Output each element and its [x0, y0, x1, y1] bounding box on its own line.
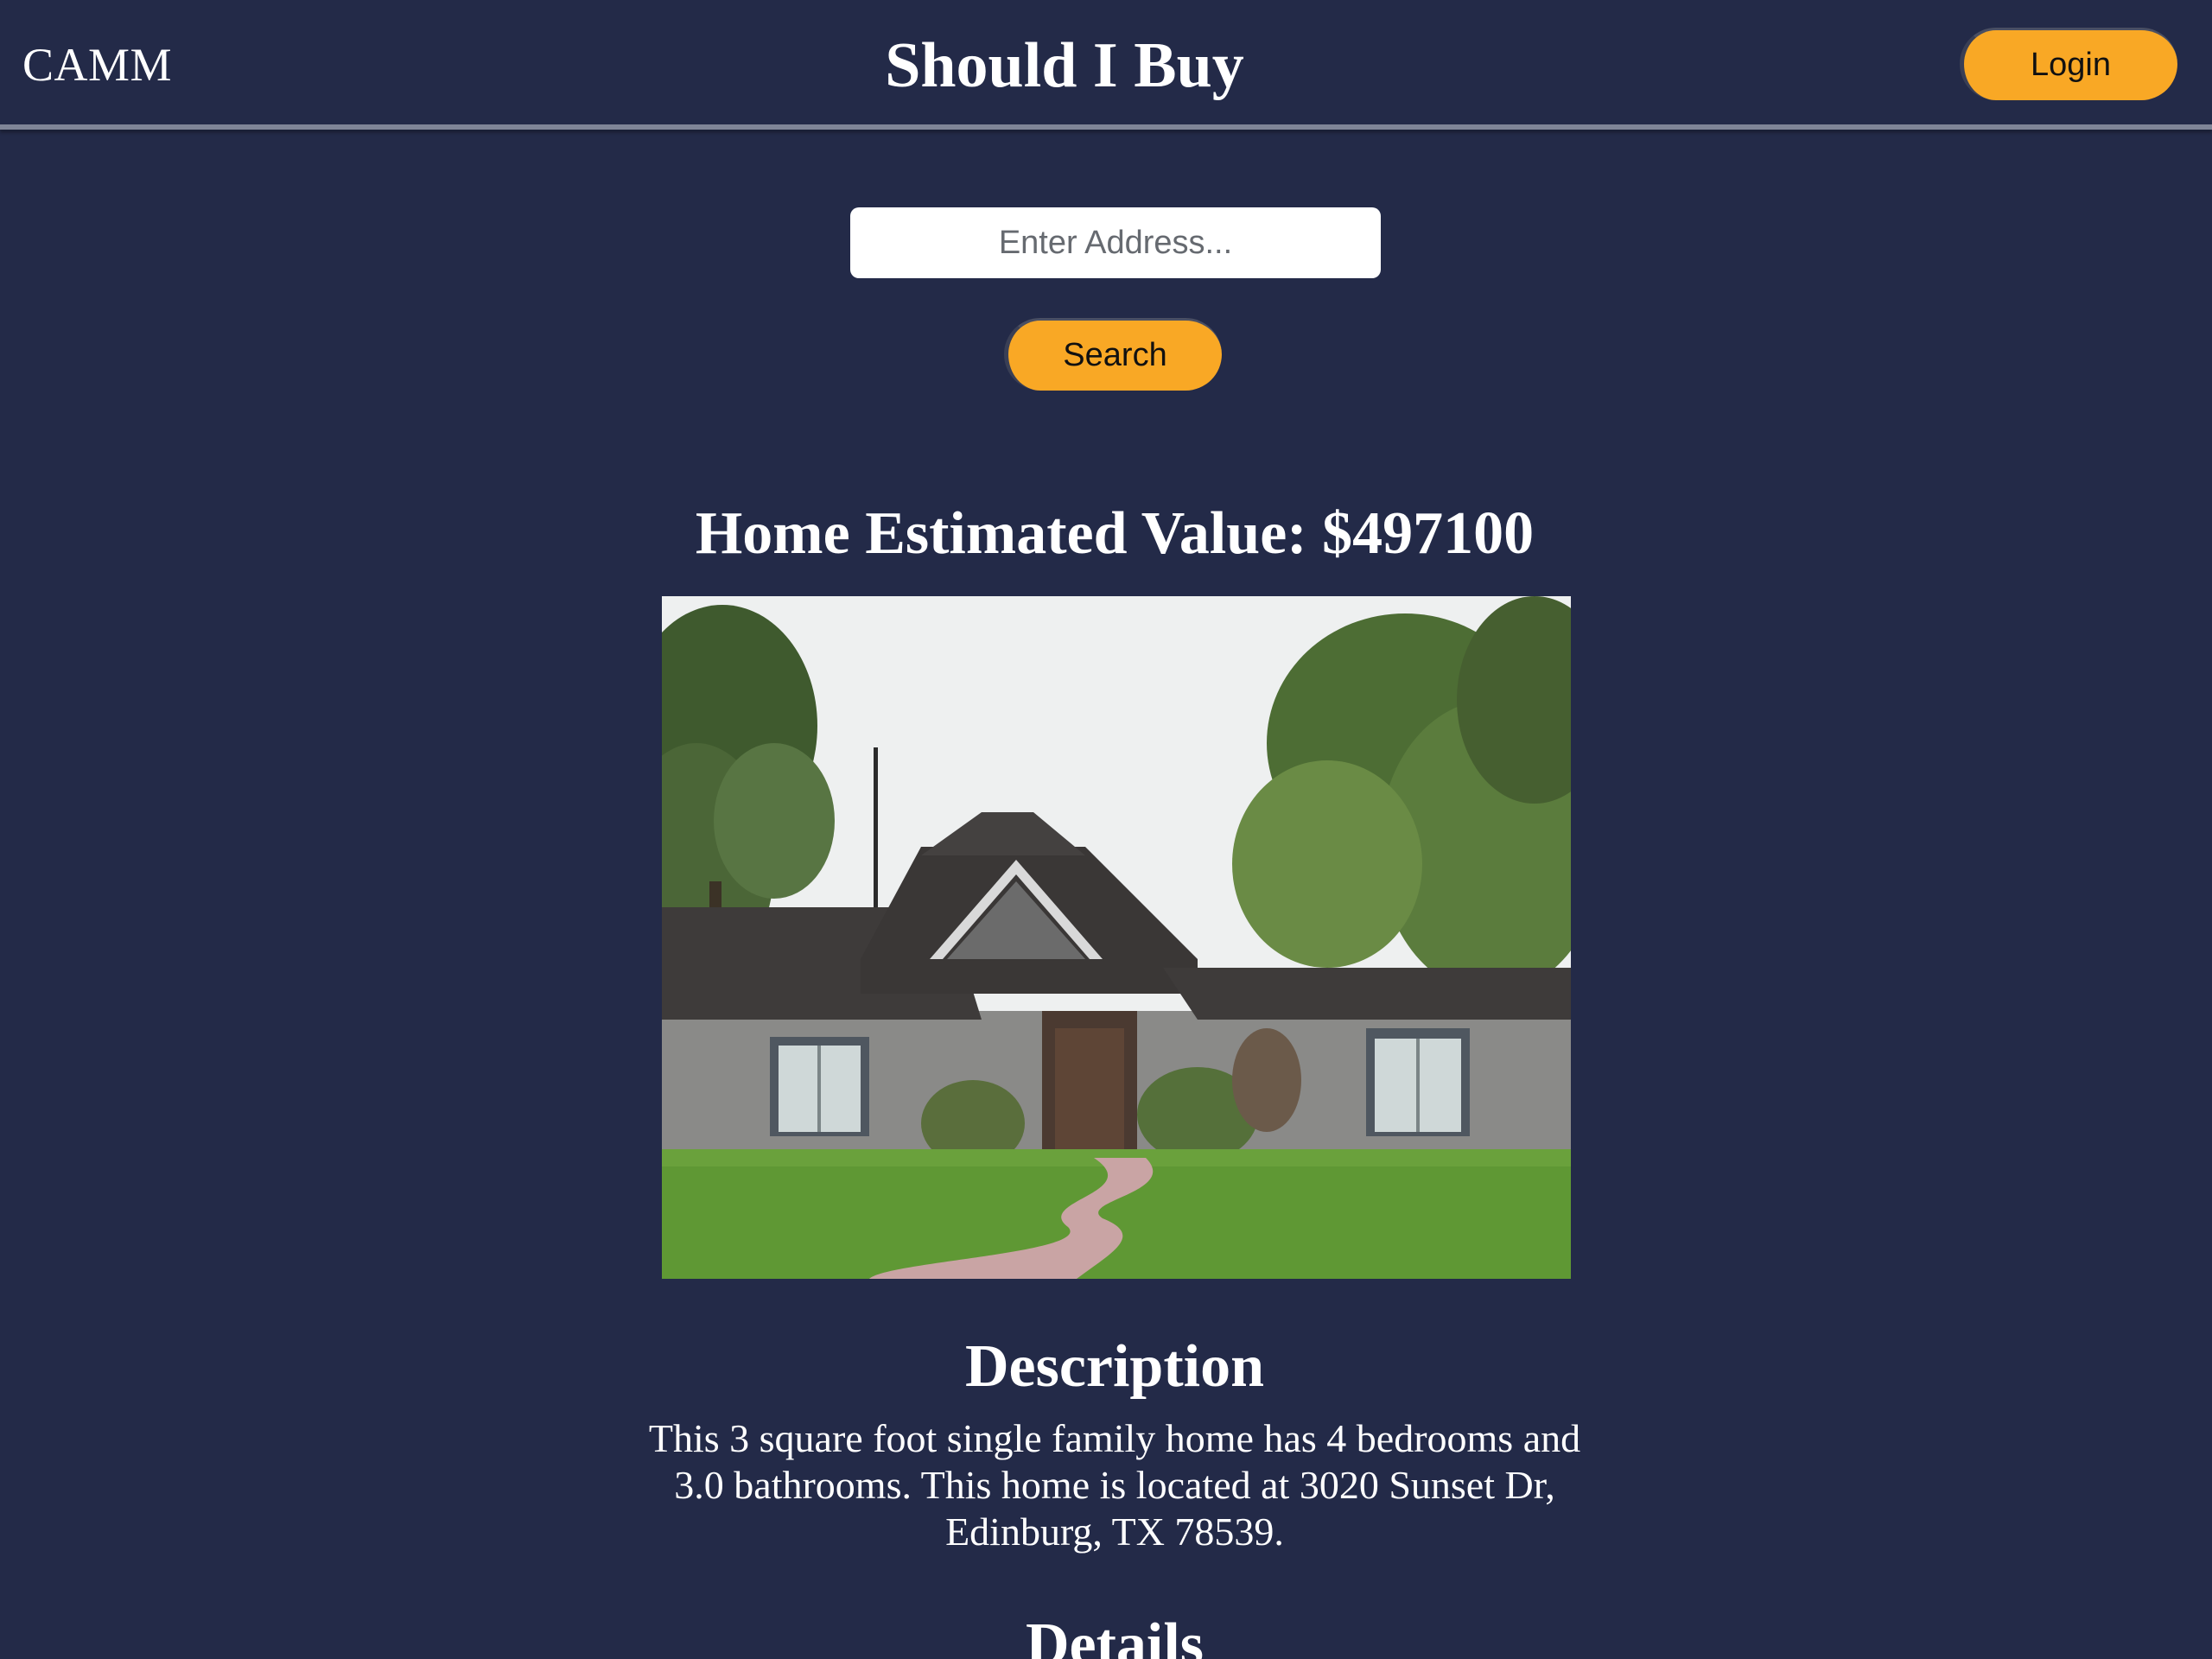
home-photo: [662, 596, 1571, 1279]
app-title: Should I Buy: [885, 30, 1244, 101]
address-search-input[interactable]: [850, 207, 1381, 278]
estimated-value-heading: Home Estimated Value: $497100: [695, 500, 1535, 567]
description-text: This 3 square foot single family home ha…: [648, 1416, 1581, 1554]
search-button[interactable]: Search: [1004, 318, 1222, 391]
details-heading: Details: [1025, 1611, 1205, 1659]
description-heading: Description: [964, 1333, 1265, 1400]
login-button[interactable]: Login: [1960, 28, 2177, 100]
top-navbar: CAMM Should I Buy Login: [0, 0, 2212, 130]
